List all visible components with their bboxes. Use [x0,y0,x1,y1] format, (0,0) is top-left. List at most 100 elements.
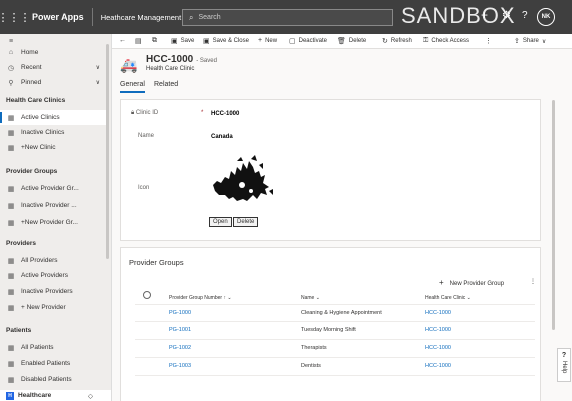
column-header-name[interactable]: Name ⌄ [301,295,320,301]
clinic-link[interactable]: HCC-1000 [425,345,451,351]
settings-icon[interactable]: ⚙ [502,10,511,21]
refresh-button[interactable]: ↻ Refresh [382,37,412,45]
record-entity-name: Health Care Clinic [146,66,195,72]
sidebar-item-recent[interactable]: ◷ Recent ∨ [0,60,108,75]
delete-image-button[interactable]: Delete [233,217,259,227]
new-button[interactable]: + New [258,37,277,44]
sidebar-item-new-provider-group[interactable]: ▦ +New Provider Gr... [0,215,108,230]
check-access-button[interactable]: ⚿ Check Access [423,37,469,45]
sidebar-item-label: Home [21,49,39,56]
sidebar-item-all-patients[interactable]: ▦ All Patients [0,340,108,355]
clinic-link[interactable]: HCC-1000 [425,310,451,316]
table-row[interactable]: PG-1003 Dentists HCC-1000 [135,358,535,376]
sidebar-item-active-provider-groups[interactable]: ▦ Active Provider Gr... [0,181,108,196]
sidebar-scrollbar[interactable] [106,44,109,259]
more-commands-icon[interactable]: ⋮ [485,37,495,45]
hamburger-icon: ≡ [8,38,14,45]
icon-label: Icon [138,185,150,191]
entity-icon: ▦ [7,360,15,368]
entity-icon: ▦ [7,288,15,296]
entity-icon: ▦ [7,185,15,193]
required-marker: * [201,110,204,116]
sidebar-item-inactive-providers[interactable]: ▦ Inactive Providers [0,284,108,299]
sidebar-item-label: Inactive Providers [21,288,73,295]
deactivate-label: Deactivate [298,38,327,44]
area-switcher[interactable]: H Healthcare ◇ [0,390,111,401]
clinic-id-field[interactable]: HCC-1000 [211,111,239,117]
table-row[interactable]: PG-1001 Tuesday Morning Shift HCC-1000 [135,322,535,340]
entity-icon: ▦ [7,129,15,137]
refresh-label: Refresh [390,38,412,44]
help-pane-tab[interactable]: ? Help [557,348,571,382]
save-button[interactable]: ▣ Save [171,37,194,45]
sidebar-group-title: Patients [6,327,32,334]
help-icon[interactable]: ? [522,10,528,21]
provider-groups-section: Provider Groups + New Provider Group ⋮ Pr… [120,247,541,401]
sidebar-item-label: Active Provider Gr... [21,185,79,192]
table-row[interactable]: PG-1002 Therapists HCC-1000 [135,340,535,358]
select-all-checkbox[interactable] [143,291,151,299]
save-close-button[interactable]: ▣ Save & Close [203,37,249,45]
open-button[interactable]: Open [209,217,232,227]
sidebar-item-label: All Patients [21,344,54,351]
provider-group-number-link[interactable]: PG-1000 [169,310,191,316]
entity-icon: ▦ [7,257,15,265]
open-in-new-icon[interactable]: ⧉ [152,37,160,45]
delete-button[interactable]: 🗑 Delete [337,37,366,45]
sidebar-item-new-provider[interactable]: ▦ + New Provider [0,300,108,315]
entity-icon: ▦ [7,304,15,312]
sidebar-item-new-clinic[interactable]: ▦ +New Clinic [0,140,108,155]
form-icon[interactable]: ▤ [135,37,145,45]
general-section: 🔒︎ Clinic ID * HCC-1000 Name Canada Icon… [120,99,541,241]
deactivate-icon: ▢ [289,38,296,45]
top-bar: ⋮⋮⋮ Power Apps Heathcare Management ⌕ Se… [0,0,572,34]
provider-group-number-link[interactable]: PG-1003 [169,363,191,369]
sidebar-item-label: Inactive Provider ... [21,202,77,209]
sidebar-item-pinned[interactable]: ⚲ Pinned ∨ [0,75,108,90]
command-bar: ← ▤ ⧉ ▣ Save ▣ Save & Close + New ▢ Deactiva… [112,34,572,49]
share-button[interactable]: ⇪ Share ∨ [514,37,546,45]
chevron-down-icon: ∨ [95,65,100,71]
sidebar-item-all-providers[interactable]: ▦ All Providers [0,253,108,268]
sidebar-item-active-providers[interactable]: ▦ Active Providers [0,268,108,283]
name-field[interactable]: Canada [211,134,233,140]
search-box[interactable]: ⌕ Search [182,9,393,26]
column-header-number[interactable]: Provider Group Number ↑ ⌄ [169,295,232,301]
sidebar-item-label: All Providers [21,257,58,264]
new-provider-group-button[interactable]: + New Provider Group [439,278,504,287]
sidebar-group-title: Health Care Clinics [6,97,66,104]
name-label: Name [138,133,155,139]
sidebar-item-inactive-provider-groups[interactable]: ▦ Inactive Provider ... [0,198,108,213]
add-icon[interactable]: + [481,8,488,22]
app-launcher-icon[interactable]: ⋮⋮⋮ [0,0,31,34]
search-icon: ⌕ [189,12,194,22]
sidebar-item-active-clinics[interactable]: ▦ Active Clinics [0,110,108,125]
more-options-icon[interactable]: ⋮ [530,278,536,285]
table-row[interactable]: PG-1000 Cleaning & Hygiene Appointment H… [135,304,535,322]
back-icon[interactable]: ← [119,37,129,44]
provider-group-number-link[interactable]: PG-1002 [169,345,191,351]
plus-icon: + [439,278,444,287]
record-title: HCC-1000- Saved [146,54,217,65]
app-name[interactable]: Heathcare Management [93,13,181,22]
clinic-link[interactable]: HCC-1000 [425,327,451,333]
sidebar-item-disabled-patients[interactable]: ▦ Disabled Patients [0,372,108,387]
deactivate-button[interactable]: ▢ Deactivate [289,37,327,45]
tab-related[interactable]: Related [154,81,178,88]
chevron-updown-icon: ◇ [88,392,93,400]
sidebar-item-inactive-clinics[interactable]: ▦ Inactive Clinics [0,125,108,140]
avatar[interactable]: NK [537,8,555,26]
sidebar-item-home[interactable]: ⌂ Home [0,45,108,60]
form-scrollbar[interactable] [552,100,555,330]
column-header-clinic[interactable]: Health Care Clinic ⌄ [425,295,471,301]
brand-name[interactable]: Power Apps [28,8,93,26]
sidebar-item-label: Enabled Patients [21,360,71,367]
lock-icon: 🔒︎ [131,110,135,116]
entity-icon: ▦ [7,144,15,152]
tab-general[interactable]: General [120,81,145,93]
refresh-icon: ↻ [382,38,388,45]
entity-icon: ▦ [7,376,15,384]
sidebar-item-enabled-patients[interactable]: ▦ Enabled Patients [0,356,108,371]
clinic-link[interactable]: HCC-1000 [425,363,451,369]
provider-group-number-link[interactable]: PG-1001 [169,327,191,333]
